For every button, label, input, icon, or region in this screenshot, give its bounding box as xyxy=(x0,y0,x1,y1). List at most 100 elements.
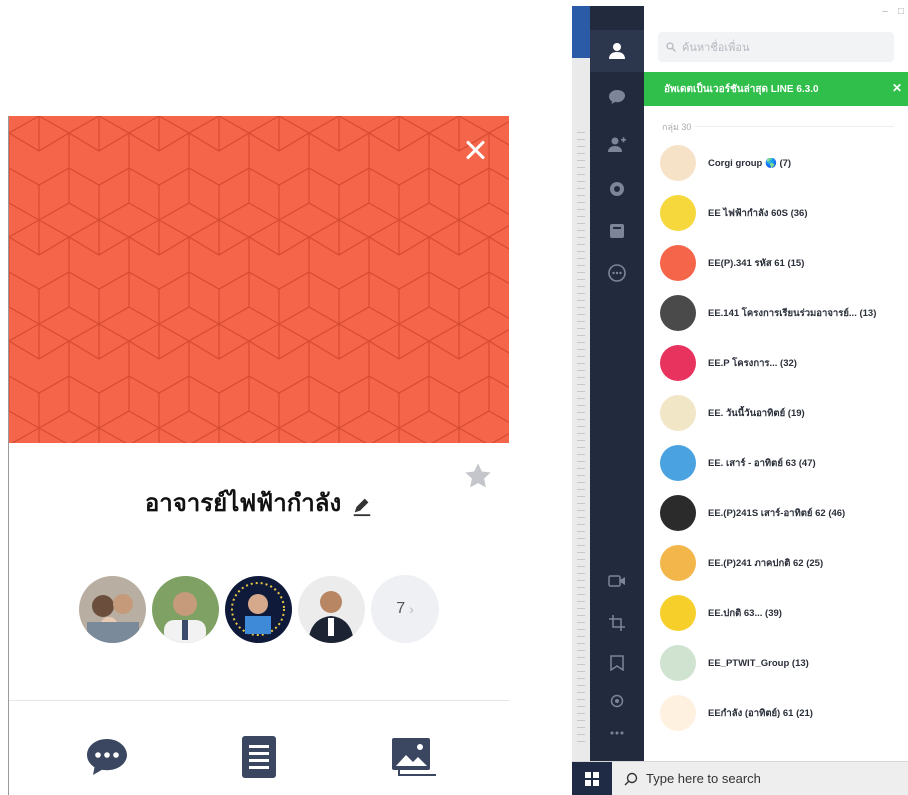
friend-search-input[interactable]: ค้นหาชื่อเพื่อน xyxy=(658,32,894,62)
action-bar xyxy=(9,732,509,782)
taskbar-search-text: Type here to search xyxy=(646,771,761,786)
ellipsis-icon xyxy=(610,731,624,735)
video-icon xyxy=(608,575,625,587)
member-avatar[interactable] xyxy=(298,575,365,643)
hexagon-pattern xyxy=(9,116,509,443)
chat-list-item[interactable]: EE.(P)241S เสาร์-อาทิตย์ 62 (46) xyxy=(644,488,908,538)
album-button[interactable] xyxy=(389,732,439,782)
update-banner[interactable]: อัพเดตเป็นเวอร์ชันล่าสุด LINE 6.3.0 ✕ xyxy=(644,72,908,106)
windows-logo-icon xyxy=(585,771,599,786)
maximize-icon[interactable]: □ xyxy=(898,6,904,20)
chat-list-item[interactable]: EEกำลัง (อาทิตย์) 61 (21) xyxy=(644,688,908,738)
group-avatar xyxy=(660,645,696,681)
group-avatar xyxy=(660,395,696,431)
chat-list-item[interactable]: EE. เสาร์ - อาทิตย์ 63 (47) xyxy=(644,438,908,488)
group-avatar xyxy=(660,445,696,481)
group-name: EE ไฟฟ้ากำลัง 60S (36) xyxy=(708,207,808,219)
chat-list-item[interactable]: EE. วันนี้วันอาทิตย์ (19) xyxy=(644,388,908,438)
group-avatar xyxy=(660,595,696,631)
timeline-tab[interactable] xyxy=(602,174,632,204)
line-desktop-window: – □ ค้นหาชื่อเพื่อน อัพเดตเป็นเวอร์ชันล่… xyxy=(572,6,908,795)
group-name: EE.141 โครงการเรียนร่วมอาจารย์... (13) xyxy=(708,307,877,319)
group-avatar xyxy=(660,545,696,581)
chat-list-item[interactable]: EE(P).341 รหัส 61 (15) xyxy=(644,238,908,288)
more-members-count: 7 xyxy=(396,600,406,617)
group-name: EE(P).341 รหัส 61 (15) xyxy=(708,257,805,269)
group-name: EE.P โครงการ... (32) xyxy=(708,357,797,369)
group-name: EE.(P)241S เสาร์-อาทิตย์ 62 (46) xyxy=(708,507,846,519)
add-friend-tab[interactable] xyxy=(602,130,632,160)
divider xyxy=(9,700,509,701)
member-avatar[interactable] xyxy=(225,575,292,643)
section-label: กลุ่ม 30 xyxy=(662,122,692,132)
person-icon xyxy=(609,43,625,59)
start-button[interactable] xyxy=(572,761,612,795)
more-circle-icon xyxy=(608,264,626,282)
member-avatar[interactable] xyxy=(79,575,146,643)
chat-list-item[interactable]: EE.(P)241 ภาคปกติ 62 (25) xyxy=(644,538,908,588)
minimize-icon[interactable]: – xyxy=(882,6,888,20)
chat-list-item[interactable]: EE.141 โครงการเรียนร่วมอาจารย์... (13) xyxy=(644,288,908,338)
cover-image xyxy=(9,116,509,443)
search-icon xyxy=(624,772,638,785)
group-name: EE_PTWIT_Group (13) xyxy=(708,657,809,669)
search-placeholder: ค้นหาชื่อเพื่อน xyxy=(682,42,750,54)
timeline-icon xyxy=(610,182,624,196)
banner-close-icon[interactable]: ✕ xyxy=(892,81,902,95)
chat-list-item[interactable]: EE.P โครงการ... (32) xyxy=(644,338,908,388)
group-name: Corgi group 🌎 (7) xyxy=(708,157,792,169)
window-controls: – □ xyxy=(882,6,904,20)
chat-list-item[interactable]: EE ไฟฟ้ากำลัง 60S (36) xyxy=(644,188,908,238)
bookmark-button[interactable] xyxy=(602,648,632,678)
group-name: EEกำลัง (อาทิตย์) 61 (21) xyxy=(708,707,813,719)
background-document xyxy=(572,6,590,766)
chat-list-item[interactable]: EE_PTWIT_Group (13) xyxy=(644,638,908,688)
chat-list-item[interactable]: Corgi group 🌎 (7) xyxy=(644,138,908,188)
side-rail xyxy=(590,6,644,761)
friends-tab[interactable] xyxy=(602,36,632,66)
group-avatar xyxy=(660,195,696,231)
chat-button[interactable] xyxy=(82,732,132,782)
chevron-right-icon: › xyxy=(409,601,414,617)
video-call-button[interactable] xyxy=(602,566,632,596)
album-icon xyxy=(392,738,436,776)
more-tab[interactable] xyxy=(602,258,632,288)
section-divider xyxy=(694,126,894,127)
settings-button[interactable] xyxy=(602,686,632,716)
notes-icon xyxy=(242,736,276,778)
group-name-row: อาจารย์ไฟฟ้ากำลัง xyxy=(9,478,509,526)
group-profile-card: อาจารย์ไฟฟ้ากำลัง 7 › xyxy=(8,116,509,795)
settings-icon xyxy=(610,694,624,708)
close-button[interactable] xyxy=(463,138,487,162)
edit-icon[interactable] xyxy=(351,495,373,517)
add-friend-icon xyxy=(608,137,626,152)
more-members-button[interactable]: 7 › xyxy=(371,575,439,643)
chat-bubble-icon xyxy=(609,90,625,104)
chat-list-item[interactable]: EE.ปกติ 63... (39) xyxy=(644,588,908,638)
group-name: EE. วันนี้วันอาทิตย์ (19) xyxy=(708,407,805,419)
bookmark-icon xyxy=(610,655,624,671)
group-name: อาจารย์ไฟฟ้ากำลัง xyxy=(144,488,342,517)
windows-taskbar: Type here to search xyxy=(572,761,908,795)
group-avatar xyxy=(660,145,696,181)
group-name: EE.ปกติ 63... (39) xyxy=(708,607,782,619)
group-avatar xyxy=(660,695,696,731)
group-avatar xyxy=(660,495,696,531)
group-avatar xyxy=(660,345,696,381)
crop-icon xyxy=(609,615,625,631)
group-name: EE.(P)241 ภาคปกติ 62 (25) xyxy=(708,557,824,569)
keep-icon xyxy=(610,224,624,238)
group-avatar xyxy=(660,245,696,281)
member-avatar[interactable] xyxy=(152,575,219,643)
update-banner-text: อัพเดตเป็นเวอร์ชันล่าสุด LINE 6.3.0 xyxy=(664,83,819,95)
group-name: EE. เสาร์ - อาทิตย์ 63 (47) xyxy=(708,457,816,469)
chats-tab[interactable] xyxy=(602,82,632,112)
menu-button[interactable] xyxy=(602,718,632,748)
keep-tab[interactable] xyxy=(602,216,632,246)
member-avatars: 7 › xyxy=(79,575,439,643)
group-avatar xyxy=(660,295,696,331)
notes-button[interactable] xyxy=(234,732,284,782)
chat-icon xyxy=(87,739,127,775)
taskbar-search[interactable]: Type here to search xyxy=(612,771,761,786)
crop-button[interactable] xyxy=(602,608,632,638)
